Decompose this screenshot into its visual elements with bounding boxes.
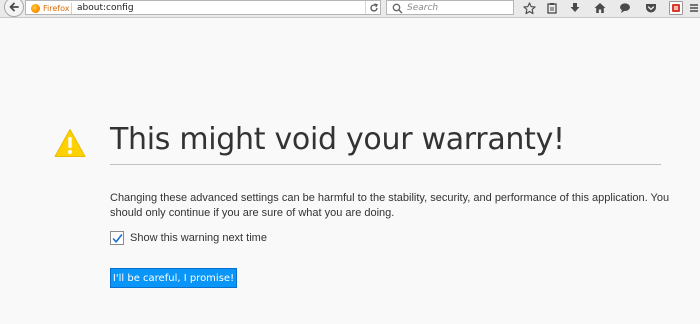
show-warning-label[interactable]: Show this warning next time bbox=[130, 232, 267, 244]
home-icon bbox=[594, 3, 606, 13]
search-bar[interactable]: Search bbox=[386, 0, 514, 15]
warning-message: Changing these advanced settings can be … bbox=[110, 192, 670, 219]
bookmark-star-icon bbox=[522, 1, 536, 14]
pocket-icon bbox=[646, 4, 656, 13]
show-warning-checkbox[interactable] bbox=[110, 231, 124, 245]
accept-risk-button[interactable]: I'll be careful, I promise! bbox=[110, 268, 237, 288]
site-identity[interactable]: Firefox bbox=[31, 3, 69, 14]
chat-bubble-icon bbox=[620, 3, 630, 13]
extension-button[interactable] bbox=[668, 1, 684, 15]
chat-button[interactable] bbox=[617, 1, 633, 15]
reload-button[interactable] bbox=[365, 1, 381, 14]
checkmark-icon bbox=[112, 233, 122, 243]
search-placeholder: Search bbox=[407, 3, 439, 13]
identity-label: Firefox bbox=[43, 4, 70, 13]
bookmark-button[interactable] bbox=[521, 1, 537, 15]
warning-checkbox-row[interactable]: Show this warning next time bbox=[110, 231, 267, 245]
download-arrow-icon bbox=[570, 3, 580, 12]
search-icon bbox=[392, 3, 403, 14]
browser-toolbar: Firefox about:config Search bbox=[0, 0, 700, 18]
extension-icon bbox=[669, 1, 683, 15]
pocket-button[interactable] bbox=[643, 1, 659, 15]
url-bar[interactable]: Firefox about:config bbox=[25, 0, 381, 15]
reading-list-icon bbox=[547, 3, 557, 14]
back-arrow-icon bbox=[9, 2, 19, 12]
title-divider bbox=[110, 164, 661, 165]
hamburger-menu-icon bbox=[690, 4, 698, 12]
url-text[interactable]: about:config bbox=[77, 2, 134, 15]
reload-icon bbox=[369, 2, 378, 12]
downloads-button[interactable] bbox=[567, 1, 583, 15]
warning-triangle-icon bbox=[54, 129, 86, 157]
reading-list-button[interactable] bbox=[544, 1, 560, 15]
back-button[interactable] bbox=[4, 0, 24, 17]
menu-button[interactable] bbox=[688, 1, 700, 15]
firefox-logo-icon bbox=[31, 4, 40, 13]
page-title: This might void your warranty! bbox=[110, 122, 565, 157]
url-separator bbox=[71, 3, 72, 14]
home-button[interactable] bbox=[592, 1, 608, 15]
